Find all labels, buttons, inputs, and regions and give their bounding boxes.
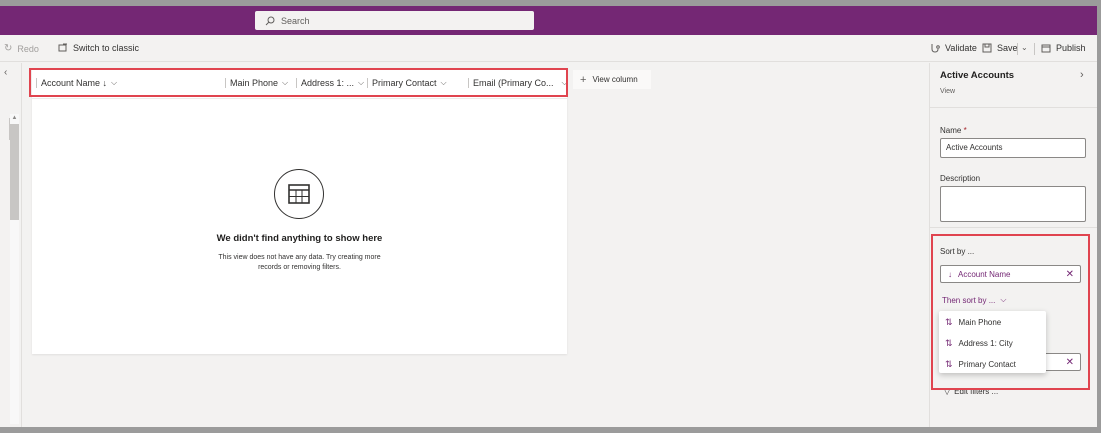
publish-label: Publish [1056,43,1086,53]
description-label: Description [940,174,981,183]
search-input[interactable]: Search [255,11,534,30]
redo-label: Redo [17,43,39,54]
name-label: Name * [940,126,967,135]
top-header-bar: Search [0,6,1097,35]
view-grid: Account Name ↓ ⌵ Main Phone ⌵ Address 1:… [32,68,568,354]
command-divider [1034,43,1035,55]
plus-icon: + [580,73,587,86]
publish-icon [1041,44,1051,53]
panel-title: Active Accounts [940,70,1015,81]
save-options-chevron[interactable]: ⌄ [1021,43,1028,52]
empty-state-title: We didn't find anything to show here [216,233,383,244]
scroll-up-icon[interactable]: ▲ [10,114,19,123]
chevron-down-icon: ⌄ [1021,43,1028,52]
switch-to-classic-button[interactable]: Switch to classic [58,43,139,53]
panel-header: Active Accounts View › [930,63,1097,108]
redo-icon: ↻ [4,43,13,54]
app-frame: Search ↻ Redo Switch to classic Validate… [0,6,1097,427]
panel-subtitle: View [940,88,956,95]
search-placeholder: Search [281,15,310,26]
validate-label: Validate [945,43,977,53]
save-icon [982,43,992,53]
save-button[interactable]: Save [982,43,1018,53]
redo-button[interactable]: ↻ Redo [4,43,39,54]
panel-name-section: Name * Active Accounts Description [930,108,1097,228]
view-column-button[interactable]: + View column [573,70,651,89]
chevron-left-icon[interactable]: ‹ [4,67,7,78]
save-label: Save [997,43,1018,53]
empty-table-icon [274,169,324,219]
empty-state-subtitle: This view does not have any data. Try cr… [218,254,381,271]
command-bar: ↻ Redo Switch to classic Validate Save ⌄… [0,35,1097,62]
highlight-box-sort [931,234,1090,390]
switch-icon [58,43,67,52]
scrollbar-thumb[interactable] [10,124,19,220]
search-icon [265,16,275,25]
validate-button[interactable]: Validate [930,43,977,53]
validate-icon [931,44,940,53]
view-column-label: View column [592,75,638,84]
chevron-right-icon[interactable]: › [1080,69,1084,81]
highlight-box-columns [29,68,568,97]
publish-button[interactable]: Publish [1041,43,1086,53]
switch-to-classic-label: Switch to classic [73,43,140,53]
name-field[interactable]: Active Accounts [940,138,1086,158]
command-divider [1017,43,1018,55]
description-field[interactable] [940,186,1086,222]
